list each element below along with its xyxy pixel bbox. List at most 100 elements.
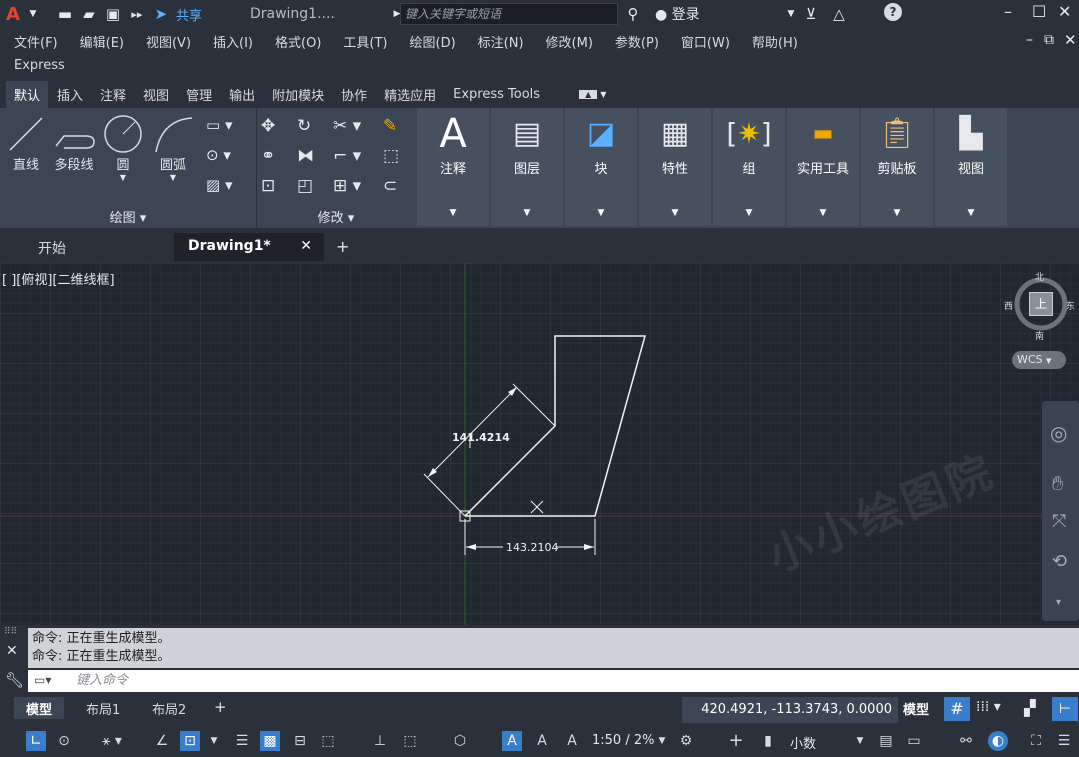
autodesk-icon[interactable]: △ [828,3,850,25]
menu-item-11[interactable]: 帮助(H) [752,32,798,51]
command-close-icon[interactable]: ✕ [6,643,18,659]
layout-tab-model[interactable]: 模型 [14,697,65,719]
utilities-chevron-icon[interactable]: ▼ [787,208,859,218]
menu-item-8[interactable]: 修改(M) [546,32,593,51]
erase-icon[interactable]: ✎ [383,116,397,136]
ucs-icon[interactable]: ⊢ [1052,697,1078,721]
viewcube-top-face[interactable]: 上 [1029,292,1053,316]
ribbon-tab-insert[interactable]: 插入 [49,81,91,108]
circle-tool[interactable]: 圆 ▼ [102,114,144,182]
doc-restore-icon[interactable]: ⧉ [1044,32,1054,48]
units-chevron-icon[interactable]: ▼ [850,731,870,751]
group-panel[interactable]: [✷] 组 ▼ [713,108,785,226]
help-icon[interactable]: ? [884,3,902,21]
gizmo-icon[interactable]: ⬡ ▾ [450,731,470,757]
command-grip-icon[interactable]: ⠿⠿ [4,627,17,637]
view-panel[interactable]: ▙ 视图 ▼ [935,108,1007,226]
draw-panel-title[interactable]: 绘图 ▾ [0,207,256,226]
hatch-icon[interactable]: ▨ ▾ [206,176,232,194]
workspace-gear-icon[interactable]: ⚙ ▾ [676,731,696,757]
annotation-monitor-icon[interactable]: + [726,731,746,751]
isolate-objects-icon[interactable]: ⚯ [956,731,976,751]
polar-icon[interactable]: ⊙ ▾ [54,731,74,757]
menu-item-10[interactable]: 窗口(W) [681,32,730,51]
move-icon[interactable]: ✥ [261,116,275,136]
close-icon[interactable]: ✕ [1058,2,1071,21]
menu-item-1[interactable]: 编辑(E) [80,32,124,51]
annotation-chevron-icon[interactable]: ▼ [417,208,489,218]
array-icon[interactable]: ⊞ ▾ [333,176,361,196]
ribbon-toggle-chevron-icon[interactable]: ▼ [600,90,606,99]
annotation-scale-icon[interactable]: A [562,731,582,751]
ortho-icon[interactable]: ∟ [26,731,46,751]
clean-screen-icon[interactable]: ⛶ [1026,731,1046,751]
rotate-icon[interactable]: ↻ [297,116,311,136]
ribbon-tab-featured-apps[interactable]: 精选应用 [376,81,444,108]
rectangle-icon[interactable]: ▭ ▾ [206,116,232,134]
object-snap-tracking-icon[interactable]: ∠ [152,731,172,751]
layout-viewport-icon[interactable]: ▞ [1024,699,1036,717]
block-panel[interactable]: ◪ 块 ▼ [565,108,637,226]
clipboard-chevron-icon[interactable]: ▼ [861,208,933,218]
menu-item-express[interactable]: Express [14,58,65,73]
units-icon[interactable]: ▮ [758,731,778,751]
customization-menu-icon[interactable]: ☰ [1054,731,1074,751]
login-chevron-icon[interactable]: ▼ [780,3,802,25]
scale-icon[interactable]: ◰ [297,176,313,196]
quick-properties-icon[interactable]: ▤ [876,731,896,751]
scale-chevron-icon[interactable]: ▼ [652,731,672,751]
grid-toggle-icon[interactable]: # [944,697,970,721]
layers-chevron-icon[interactable]: ▼ [491,208,563,218]
command-customize-icon[interactable]: 🔧︎ [5,671,24,689]
menu-item-6[interactable]: 绘图(D) [410,32,456,51]
viewcube-east[interactable]: 东 [1066,299,1075,312]
coordinates-readout[interactable]: 420.4921, -113.3743, 0.0000 [682,697,898,723]
command-prompt-icon[interactable]: ▭▾ [34,673,51,687]
model-space-button[interactable]: 模型 [903,699,929,718]
stretch-icon[interactable]: ⊡ [261,176,275,196]
steering-wheel-icon[interactable]: ◎ [1050,421,1067,445]
share-icon[interactable]: ➤ [150,3,172,25]
isodraft-icon[interactable]: ⚹ ▾ [102,731,122,751]
viewcube-north[interactable]: 北 [1035,270,1044,283]
viewcube-south[interactable]: 南 [1035,329,1044,342]
layers-panel[interactable]: ▤ 图层 ▼ [491,108,563,226]
new-tab-icon[interactable]: + [336,237,349,256]
command-input[interactable]: 键入命令 [28,670,1079,692]
drawing-canvas[interactable]: 141.4214 143.2104 [ ][俯视][二维线框] 小小绘图院 北 … [0,263,1079,625]
ribbon-toggle-icon[interactable]: ▲ [579,89,598,99]
menu-item-3[interactable]: 插入(I) [213,32,253,51]
minimize-icon[interactable]: – [1004,2,1012,21]
doc-minimize-icon[interactable]: – [1026,32,1033,48]
viewcube-west[interactable]: 西 [1004,299,1013,312]
dynamic-ucs-icon[interactable]: ⊥ [370,731,390,751]
navbar-menu-icon[interactable]: ▾ [1056,597,1061,608]
open-file-icon[interactable]: ▰ [78,3,100,25]
layout-tab-layout2[interactable]: 布局2 [140,697,198,719]
ribbon-tab-view[interactable]: 视图 [135,81,177,108]
menu-item-2[interactable]: 视图(V) [146,32,191,51]
line-tool[interactable]: 直线 [6,114,46,173]
zoom-extents-icon[interactable]: ⤧ [1052,511,1066,532]
menu-item-5[interactable]: 工具(T) [343,32,387,51]
arc-tool[interactable]: 圆弧 ▼ [150,114,196,182]
login-button[interactable]: ● 登录 [655,4,700,24]
offset-icon[interactable]: ⊂ [383,176,397,196]
pan-icon[interactable]: ✋︎ [1052,471,1063,495]
hardware-acceleration-icon[interactable]: ◐ [988,731,1008,751]
ribbon-tab-annotate[interactable]: 注释 [92,81,134,108]
search-icon[interactable]: ⚲ [622,3,644,25]
properties-panel[interactable]: ▦ 特性 ▼ [639,108,711,226]
group-chevron-icon[interactable]: ▼ [713,208,785,218]
autocad-logo-icon[interactable]: A [6,4,20,25]
viewport-controls[interactable]: [ ][俯视][二维线框] [2,269,115,288]
menu-item-0[interactable]: 文件(F) [14,32,58,51]
save-icon[interactable]: ▣ [102,3,124,25]
trim-icon[interactable]: ✂ ▾ [333,116,361,136]
utilities-panel[interactable]: ▬ 实用工具 ▼ [787,108,859,226]
tab-drawing1[interactable]: Drawing1* ✕ [174,233,324,261]
lock-ui-icon[interactable]: ▭ ▾ [904,731,924,757]
arc-chevron-icon[interactable]: ▼ [150,173,196,182]
transparency-icon[interactable]: ▩ [260,731,280,751]
explode-icon[interactable]: ⬚ [383,146,399,166]
